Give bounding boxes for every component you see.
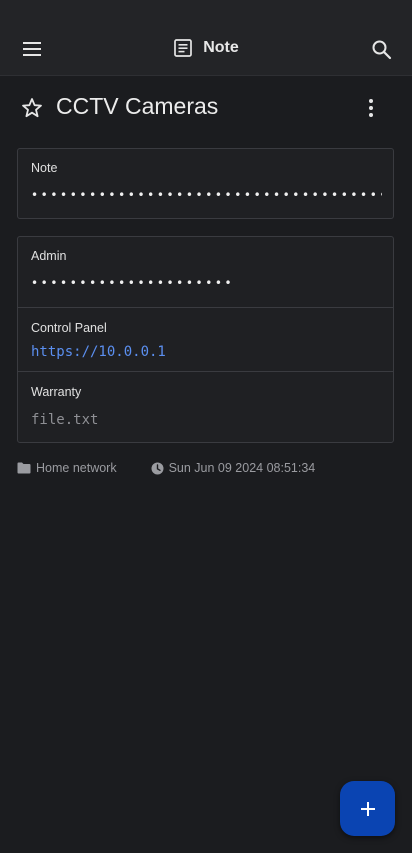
field-warranty[interactable]: Warranty file.txt (18, 372, 393, 442)
app-title: Note (203, 39, 239, 56)
plus-icon (360, 801, 375, 816)
note-field[interactable]: Note •••••••••••••••••••••••••••••••••••… (18, 149, 393, 220)
field-admin[interactable]: Admin ••••••••••••••••••••• (18, 237, 393, 307)
search-button[interactable] (370, 38, 394, 62)
field-label: Control Panel (31, 321, 107, 335)
note-card[interactable]: Note •••••••••••••••••••••••••••••••••••… (17, 148, 394, 219)
timestamp-meta: Sun Jun 09 2024 08:51:34 (151, 461, 316, 475)
screen: Note CCTV Cameras Note •••••••••••••••••… (0, 0, 412, 853)
note-label: Note (31, 161, 58, 175)
app-bar: Note (0, 0, 412, 76)
add-button[interactable] (340, 781, 395, 836)
field-value-masked: ••••••••••••••••••••• (31, 276, 235, 290)
entry-header: CCTV Cameras (0, 88, 412, 128)
fields-card: Admin ••••••••••••••••••••• Control Pane… (17, 236, 394, 443)
folder-name: Home network (36, 461, 117, 475)
timestamp: Sun Jun 09 2024 08:51:34 (168, 461, 316, 475)
field-value-link[interactable]: https://10.0.0.1 (31, 344, 166, 360)
note-icon (174, 39, 193, 57)
app-title-group: Note (0, 38, 412, 58)
entry-meta: Home network Sun Jun 09 2024 08:51:34 (17, 460, 315, 476)
field-control-panel[interactable]: Control Panel https://10.0.0.1 (18, 308, 393, 371)
more-options-button[interactable] (359, 96, 383, 120)
folder-meta[interactable]: Home network (17, 461, 117, 475)
star-outline-icon (22, 98, 42, 118)
more-vert-icon (369, 99, 373, 117)
field-label: Warranty (31, 385, 82, 399)
search-icon (372, 40, 392, 60)
folder-icon (17, 462, 31, 474)
clock-icon (151, 462, 164, 474)
field-label: Admin (31, 249, 67, 263)
entry-title: CCTV Cameras (56, 93, 219, 119)
favorite-button[interactable] (20, 96, 44, 120)
field-value-file[interactable]: file.txt (31, 412, 98, 428)
note-value: •••••••••••••••••••••••••••••••••••••••• (31, 188, 382, 202)
